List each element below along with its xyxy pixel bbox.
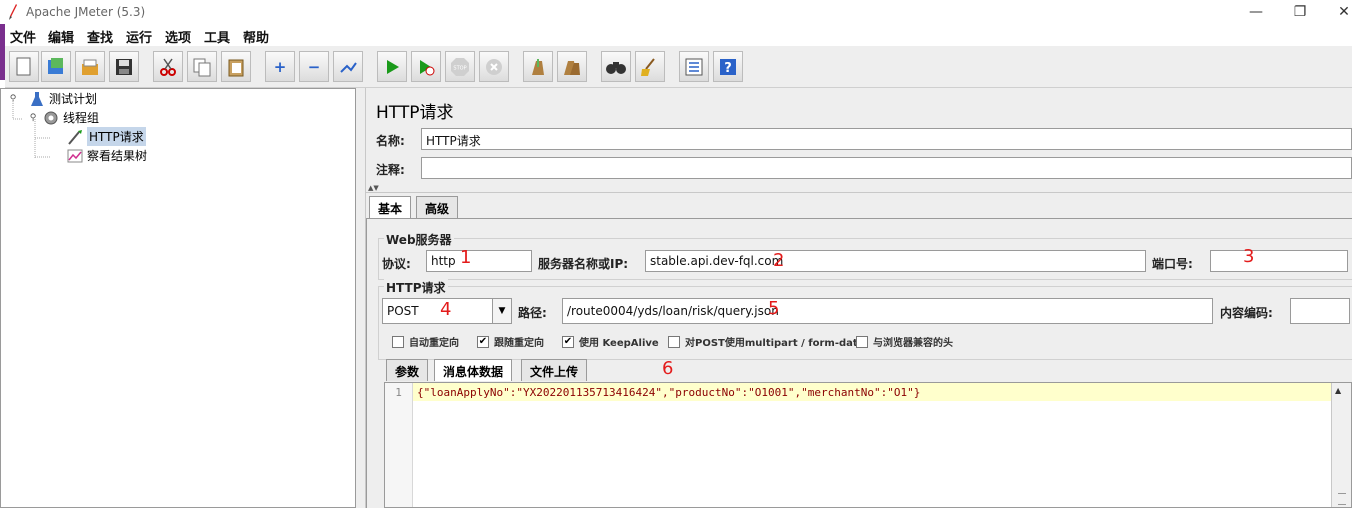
- shutdown-icon[interactable]: [479, 51, 509, 82]
- tab-parameters[interactable]: 参数: [386, 359, 429, 381]
- code-text[interactable]: {"loanApplyNo":"YX202201135713416424","p…: [417, 386, 920, 399]
- close-button[interactable]: ✕: [1324, 2, 1352, 22]
- body-data-editor[interactable]: 1 {"loanApplyNo":"YX202201135713416424",…: [384, 382, 1352, 508]
- jmeter-logo-icon: [8, 4, 18, 20]
- cut-icon[interactable]: [153, 51, 183, 82]
- tab-advanced[interactable]: 高级: [416, 196, 459, 218]
- protocol-label: 协议:: [382, 257, 411, 271]
- checkbox-label: 对POST使用multipart / form-data: [685, 338, 865, 349]
- function-helper-icon[interactable]: [679, 51, 709, 82]
- tab-body-data[interactable]: 消息体数据: [434, 359, 513, 381]
- collapse-icon[interactable]: −: [299, 51, 329, 82]
- clear-all-icon[interactable]: [557, 51, 587, 82]
- checkbox-box[interactable]: [668, 335, 680, 348]
- line-number: 1: [395, 386, 402, 399]
- save-icon[interactable]: [109, 51, 139, 82]
- panel-title: HTTP请求: [376, 103, 454, 123]
- paste-icon[interactable]: [221, 51, 251, 82]
- checkbox-follow-redirects[interactable]: ✔ 跟随重定向: [477, 334, 544, 349]
- port-label: 端口号:: [1152, 257, 1193, 271]
- scroll-up-icon[interactable]: ▲: [1335, 386, 1341, 395]
- line-number-gutter: 1: [385, 383, 413, 507]
- templates-icon[interactable]: [41, 51, 71, 82]
- vertical-scrollbar[interactable]: ▲: [1331, 383, 1351, 507]
- checkbox-multipart[interactable]: 对POST使用multipart / form-data: [668, 334, 864, 349]
- collapse-arrow-icon[interactable]: ▲▼: [368, 184, 379, 192]
- new-icon[interactable]: [9, 51, 39, 82]
- stop-icon[interactable]: STOP: [445, 51, 475, 82]
- checkbox-browser-headers[interactable]: 与浏览器兼容的头: [856, 334, 953, 349]
- toggle-icon[interactable]: [333, 51, 363, 82]
- annotation-6: 6: [662, 358, 674, 379]
- maximize-button[interactable]: ❐: [1280, 2, 1320, 22]
- method-select-value: POST: [387, 304, 419, 318]
- tree-item-label: HTTP请求: [87, 127, 146, 146]
- reset-search-icon[interactable]: [635, 51, 665, 82]
- checkbox-box[interactable]: [856, 335, 868, 348]
- tab-file-upload[interactable]: 文件上传: [521, 359, 588, 381]
- svg-text:?: ?: [724, 61, 732, 76]
- checkbox-label: 使用 KeepAlive: [579, 338, 659, 349]
- name-field[interactable]: HTTP请求: [421, 128, 1352, 150]
- menu-file[interactable]: 文件: [10, 27, 36, 46]
- menu-help[interactable]: 帮助: [243, 27, 269, 46]
- minimize-button[interactable]: —: [1236, 2, 1276, 22]
- search-icon[interactable]: [601, 51, 631, 82]
- svg-text:STOP: STOP: [453, 65, 466, 71]
- scroll-grip-icon[interactable]: [1338, 493, 1346, 505]
- annotation-2: 2: [773, 250, 785, 271]
- menu-bar: 文件 编辑 查找 运行 选项 工具 帮助: [0, 24, 1352, 46]
- start-icon[interactable]: [377, 51, 407, 82]
- port-field[interactable]: [1210, 250, 1348, 272]
- menu-tools[interactable]: 工具: [204, 27, 230, 46]
- checkbox-label: 自动重定向: [409, 338, 459, 349]
- comment-field[interactable]: [421, 157, 1352, 179]
- title-bar: Apache JMeter (5.3) — ❐ ✕: [0, 0, 1352, 24]
- path-label: 路径:: [518, 306, 547, 320]
- protocol-field[interactable]: http: [426, 250, 532, 272]
- menu-search[interactable]: 查找: [87, 27, 113, 46]
- annotation-3: 3: [1243, 246, 1255, 267]
- checkbox-box[interactable]: [392, 335, 404, 348]
- checkbox-auto-redirect[interactable]: 自动重定向: [392, 334, 459, 349]
- encoding-label: 内容编码:: [1220, 306, 1273, 320]
- http-request-group-title: HTTP请求: [384, 279, 448, 296]
- split-pane-divider[interactable]: [356, 88, 366, 508]
- menu-options[interactable]: 选项: [165, 27, 191, 46]
- window-title: Apache JMeter (5.3): [26, 5, 146, 19]
- clear-icon[interactable]: [523, 51, 553, 82]
- checkbox-label: 跟随重定向: [494, 338, 544, 349]
- tree-connector-lines: [12, 99, 51, 159]
- web-server-group-title: Web服务器: [384, 231, 454, 248]
- chevron-down-icon[interactable]: ▼: [492, 298, 512, 324]
- checkbox-label: 与浏览器兼容的头: [873, 338, 953, 349]
- test-plan-tree: ⚲ 测试计划 ⚲ 线程组 HTTP请求 察看结果树: [0, 88, 356, 508]
- checkbox-box[interactable]: ✔: [477, 335, 489, 348]
- menu-run[interactable]: 运行: [126, 27, 152, 46]
- checkbox-box[interactable]: ✔: [562, 335, 574, 348]
- annotation-5: 5: [768, 298, 780, 319]
- sampler-panel: HTTP请求 名称: HTTP请求 注释: ▲▼ 基本 高级 Web服务器 协议…: [366, 88, 1352, 508]
- annotation-4: 4: [440, 299, 452, 320]
- tree-item-label: 察看结果树: [87, 149, 148, 163]
- encoding-field[interactable]: [1290, 298, 1350, 324]
- separator: [366, 192, 1352, 193]
- start-no-pause-icon[interactable]: [411, 51, 441, 82]
- copy-icon[interactable]: [187, 51, 217, 82]
- server-field[interactable]: stable.api.dev-fql.com: [645, 250, 1146, 272]
- toolbar: + − STOP ?: [5, 46, 1352, 88]
- path-field[interactable]: /route0004/yds/loan/risk/query.json: [562, 298, 1213, 324]
- name-label: 名称:: [376, 134, 405, 148]
- server-label: 服务器名称或IP:: [538, 257, 629, 271]
- checkbox-keepalive[interactable]: ✔ 使用 KeepAlive: [562, 334, 659, 349]
- tab-basic[interactable]: 基本: [369, 196, 412, 218]
- comment-label: 注释:: [376, 163, 405, 177]
- open-icon[interactable]: [75, 51, 105, 82]
- help-icon[interactable]: ?: [713, 51, 743, 82]
- menu-edit[interactable]: 编辑: [48, 27, 74, 46]
- annotation-1: 1: [460, 247, 472, 268]
- expand-icon[interactable]: +: [265, 51, 295, 82]
